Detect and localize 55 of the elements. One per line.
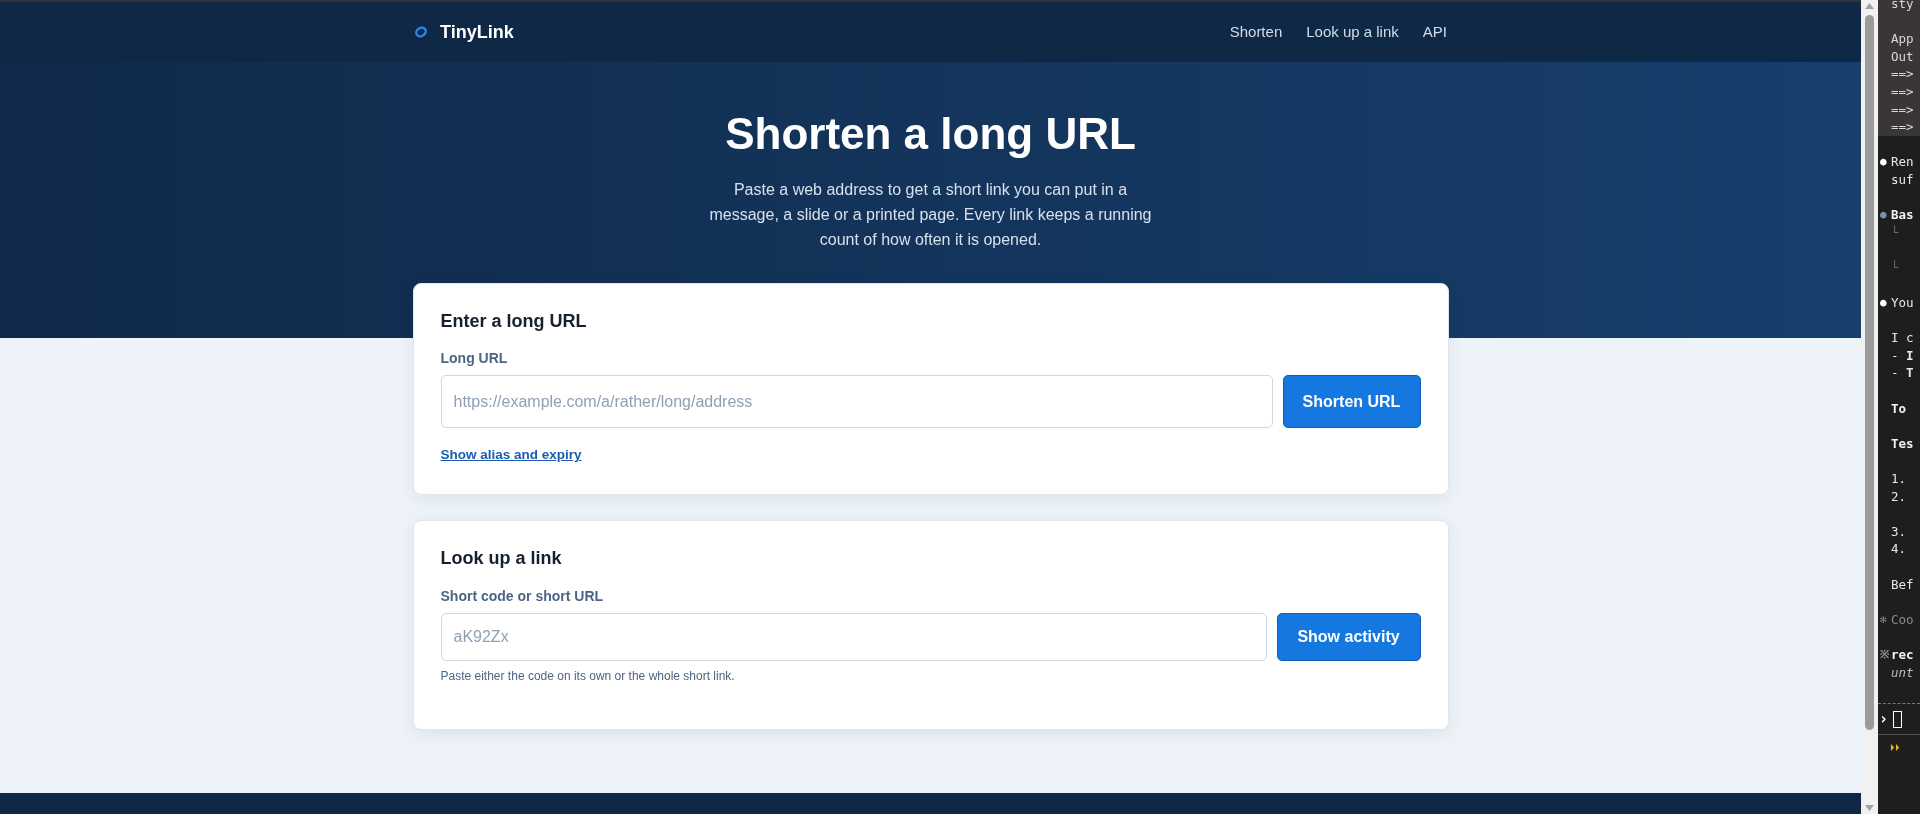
line-marker: ● <box>1880 155 1887 169</box>
scrollbar[interactable] <box>1861 0 1878 814</box>
card-title: Look up a link <box>440 547 563 569</box>
field-hint: Paste either the code on its own or the whole short link. <box>440 668 736 685</box>
terminal-line: 1. <box>1891 470 1907 488</box>
hero-subtitle: Paste a web address to get a short link you can put in a message, a slide or a printed page. Every link keeps a running count of how often it is opened. <box>708 180 1153 250</box>
mode-marker: ⏵⏵ <box>1889 741 1901 755</box>
terminal-line: To <box>1891 399 1907 418</box>
terminal-line: Ren <box>1891 153 1914 171</box>
scroll-up-icon[interactable] <box>1865 3 1874 9</box>
input-field[interactable]: https://example.com/a/rather/long/address <box>440 375 1273 428</box>
scrollbar-thumb[interactable] <box>1865 15 1874 730</box>
line-marker: ※ <box>1880 647 1889 661</box>
submit-button[interactable]: Shorten URL <box>1282 375 1421 428</box>
terminal-line: Bef <box>1891 575 1914 594</box>
terminal-line: ==> <box>1891 118 1914 136</box>
prompt-symbol: › <box>1879 708 1889 730</box>
nav-link[interactable]: API <box>1422 20 1447 44</box>
terminal-line: 4. <box>1891 540 1907 558</box>
line-marker: ● <box>1880 208 1887 222</box>
scroll-down-icon[interactable] <box>1865 805 1874 811</box>
terminal-line: 2. <box>1891 487 1907 506</box>
terminal-line: ==> <box>1891 65 1914 83</box>
terminal-line: ==> <box>1891 100 1914 119</box>
line-marker: ✻ <box>1880 612 1887 626</box>
nav-link[interactable]: Look up a link <box>1306 20 1399 44</box>
nav-link[interactable]: Shorten <box>1229 20 1283 44</box>
brand-name: TinyLink <box>440 20 514 44</box>
card-title: Enter a long URL <box>440 310 588 332</box>
terminal-line: 3. <box>1891 522 1907 541</box>
terminal-line: App <box>1891 30 1914 48</box>
terminal-line: - I <box>1891 346 1914 365</box>
hero-title: Shorten a long URL <box>725 108 1136 160</box>
terminal-line: rec <box>1891 645 1914 664</box>
submit-button[interactable]: Show activity <box>1276 613 1421 661</box>
terminal-line: Out <box>1891 47 1914 66</box>
terminal-line: unt <box>1891 663 1914 682</box>
terminal-line: ==> <box>1891 82 1914 101</box>
toggle-link[interactable]: Show alias and expiry <box>440 445 582 466</box>
terminal-line: └ <box>1891 223 1899 242</box>
field-label: Long URL <box>440 349 509 368</box>
input-field[interactable]: aK92Zx <box>440 613 1267 661</box>
field-label: Short code or short URL <box>440 587 605 606</box>
cursor-icon <box>1893 710 1903 728</box>
terminal-line: You <box>1891 294 1914 312</box>
terminal-line: └ <box>1891 258 1899 277</box>
terminal-line: Tes <box>1891 434 1914 453</box>
terminal-line: Coo <box>1891 610 1914 629</box>
terminal-line: - T <box>1891 364 1914 383</box>
terminal-line: I c <box>1891 329 1914 347</box>
line-marker: ● <box>1880 296 1887 310</box>
terminal-line: suf <box>1891 170 1914 189</box>
link-icon <box>414 26 428 38</box>
terminal-line: Bas <box>1891 206 1914 224</box>
terminal-line: sty <box>1891 0 1914 13</box>
